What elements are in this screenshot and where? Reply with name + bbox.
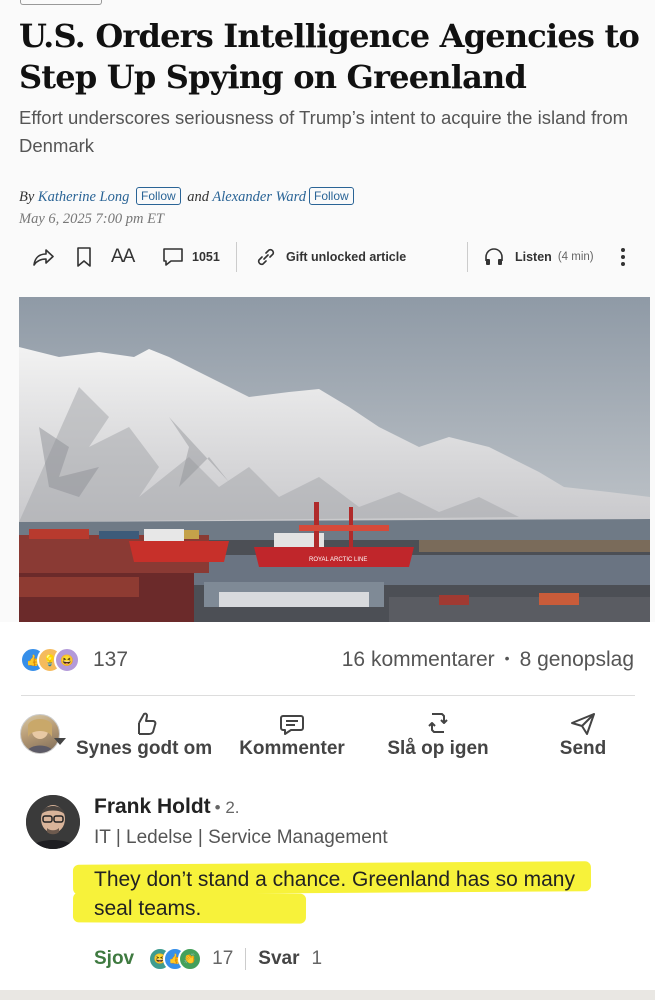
- reply-count[interactable]: 1: [311, 948, 322, 970]
- more-options-button[interactable]: [617, 242, 629, 272]
- listen-label: Listen: [515, 250, 552, 264]
- thumbs-up-icon: [138, 712, 157, 735]
- article-toolbar: AA 1051 Gift unlocked article Listen (4 …: [0, 238, 655, 276]
- reposts-count-link[interactable]: 8 genopslag: [520, 648, 634, 671]
- author-link-2[interactable]: Alexander Ward: [212, 189, 306, 205]
- share-button[interactable]: [31, 242, 55, 272]
- author-link-1[interactable]: Katherine Long: [38, 189, 129, 205]
- greenland-harbor-image: ROYAL ARCTIC LINE: [19, 297, 650, 622]
- comment-footer: Sjov 😆 👍 👏 17 Svar 1: [94, 945, 322, 973]
- separator-dot: •: [504, 650, 510, 666]
- comment-item: Frank Holdt • 2. IT | Ledelse | Service M…: [0, 790, 655, 990]
- like-button[interactable]: Synes godt om: [76, 708, 216, 760]
- bookmark-icon: [77, 247, 91, 267]
- comment-label: Kommenter: [239, 738, 345, 759]
- publish-date: May 6, 2025 7:00 pm ET: [19, 211, 164, 227]
- reaction-avatar[interactable]: [20, 714, 60, 754]
- listen-button[interactable]: Listen (4 min): [483, 242, 594, 272]
- celebrate-icon: 👏: [178, 947, 203, 971]
- article-photo: ROYAL ARCTIC LINE: [19, 297, 650, 622]
- comment-count: 1051: [192, 250, 220, 264]
- funny-reaction-icon: 😆: [54, 647, 80, 673]
- more-vertical-icon: [621, 248, 625, 266]
- byline: By Katherine Long Follow and Alexander W…: [19, 187, 357, 206]
- article-dek: Effort underscores seriousness of Trump’…: [19, 107, 629, 156]
- commenter-avatar[interactable]: [26, 795, 80, 849]
- bookmark-button[interactable]: [75, 242, 93, 272]
- comment-icon: [280, 715, 304, 735]
- commenter-photo: [26, 795, 80, 849]
- ship-name-text: ROYAL ARCTIC LINE: [309, 557, 367, 563]
- post-stats: 👍 💡 😆 137 16 kommentarer • 8 genopslag: [0, 640, 655, 680]
- comments-button[interactable]: 1051: [161, 242, 220, 272]
- commenter-headline: IT | Ledelse | Service Management: [94, 827, 388, 848]
- reaction-count[interactable]: 137: [93, 648, 128, 672]
- connection-degree: • 2.: [214, 798, 240, 817]
- follow-button-2[interactable]: Follow: [309, 187, 354, 205]
- comments-reposts: 16 kommentarer • 8 genopslag: [342, 648, 634, 672]
- reply-button[interactable]: Svar: [258, 948, 299, 970]
- comments-count-link[interactable]: 16 kommentarer: [342, 648, 495, 671]
- funny-reaction-button[interactable]: Sjov: [94, 948, 134, 970]
- article-screenshot: U.S. Orders Intelligence Agencies to Ste…: [0, 0, 655, 622]
- send-button[interactable]: Send: [552, 708, 614, 760]
- byline-and: and: [187, 189, 210, 205]
- top-tab-edge: [20, 0, 102, 5]
- gift-label: Gift unlocked article: [286, 250, 407, 264]
- article-headline: U.S. Orders Intelligence Agencies to Ste…: [19, 17, 640, 96]
- share-arrow-icon: [33, 249, 54, 266]
- comment-reaction-icons[interactable]: 😆 👍 👏: [148, 947, 208, 971]
- follow-button-1[interactable]: Follow: [135, 187, 181, 205]
- gift-article-button[interactable]: Gift unlocked article: [254, 242, 406, 272]
- repost-label: Slå op igen: [387, 738, 489, 759]
- commenter-name-text: Frank Holdt: [94, 795, 211, 818]
- reaction-picker-caret[interactable]: [54, 738, 66, 745]
- headphones-icon: [485, 248, 503, 265]
- text-size-button[interactable]: AA: [111, 242, 135, 272]
- text-size-label: AA: [111, 246, 135, 267]
- byline-prefix: By: [19, 189, 35, 205]
- repost-icon: [428, 713, 448, 733]
- footer-divider: [245, 948, 247, 970]
- link-icon: [257, 248, 275, 266]
- avatar-image: [26, 719, 54, 753]
- send-icon: [571, 713, 595, 735]
- toolbar-divider-1: [236, 242, 237, 272]
- toolbar-divider-2: [467, 242, 468, 272]
- comment-reaction-count[interactable]: 17: [212, 948, 233, 970]
- post-actions: Synes godt om Kommenter Slå op igen Send: [0, 700, 655, 765]
- listen-duration: (4 min): [557, 251, 594, 263]
- stats-divider: [21, 695, 635, 696]
- commenter-name[interactable]: Frank Holdt • 2.: [94, 795, 240, 819]
- comment-text: They don’t stand a chance. Greenland has…: [94, 868, 575, 920]
- reaction-icons[interactable]: 👍 💡 😆: [20, 647, 84, 673]
- repost-button[interactable]: Slå op igen: [382, 708, 494, 760]
- comment-bubble-icon: [163, 248, 183, 266]
- like-label: Synes godt om: [76, 738, 213, 759]
- bottom-edge: [0, 990, 655, 1000]
- send-label: Send: [559, 738, 607, 759]
- comment-button[interactable]: Kommenter: [234, 708, 350, 760]
